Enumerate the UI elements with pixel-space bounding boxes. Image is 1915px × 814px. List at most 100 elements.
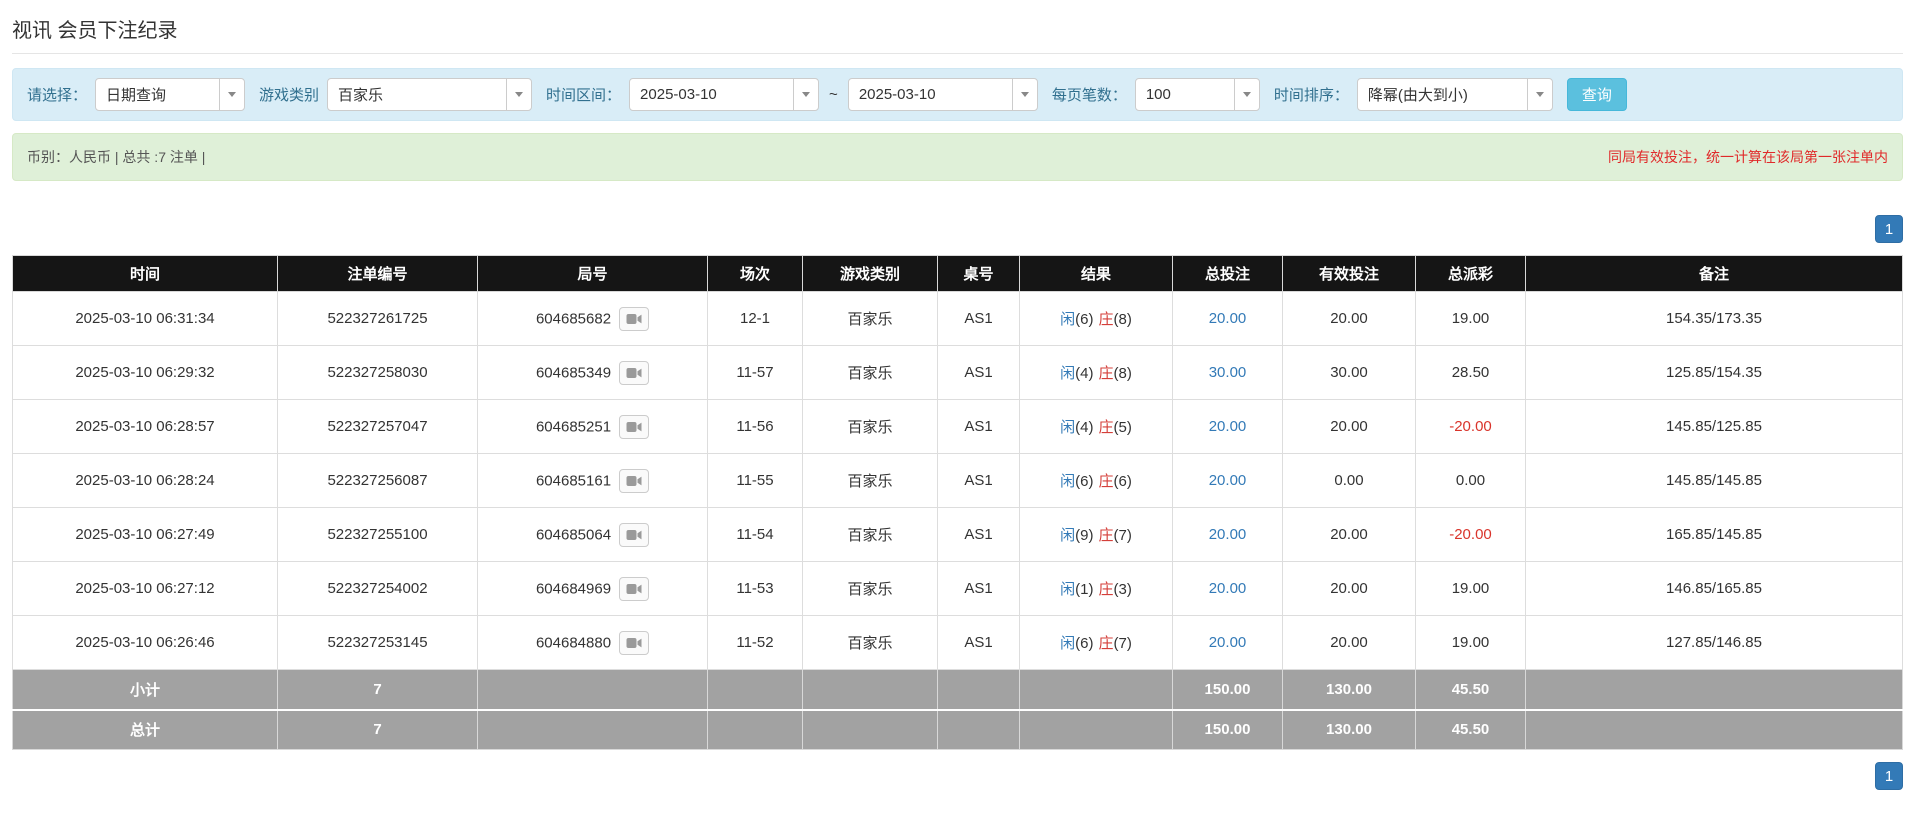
valid-bet-cell: 20.00 — [1282, 507, 1416, 562]
search-button[interactable]: 查询 — [1566, 78, 1627, 111]
player-label: 闲 — [1060, 311, 1076, 328]
payout-cell: 28.50 — [1415, 345, 1526, 400]
pagination-bottom-page-1[interactable]: 1 — [1875, 762, 1903, 790]
select-label: 请选择： — [27, 87, 88, 104]
banker-score: (8) — [1113, 365, 1132, 382]
subtotal-empty-session — [707, 669, 803, 710]
total-row: 总计 7 150.00 130.00 45.50 — [12, 708, 1903, 750]
banker-label: 庄 — [1098, 365, 1114, 382]
table-row: 2025-03-10 06:26:46 522327253145 6046848… — [12, 615, 1903, 670]
total-bet-link[interactable]: 20.00 — [1209, 580, 1247, 597]
game-type-value: 百家乐 — [338, 87, 384, 104]
chevron-down-icon — [793, 79, 819, 110]
player-score: (4) — [1075, 419, 1094, 436]
video-replay-button[interactable] — [619, 522, 650, 547]
video-replay-button[interactable] — [619, 414, 650, 439]
valid-bet-cell: 20.00 — [1282, 291, 1416, 346]
chevron-down-icon — [219, 79, 245, 110]
banker-label: 庄 — [1098, 581, 1114, 598]
note-cell: 145.85/125.85 — [1525, 399, 1903, 454]
total-bet-link[interactable]: 20.00 — [1209, 472, 1247, 489]
page-title: 视讯 会员下注纪录 — [12, 20, 178, 42]
game-type-dropdown[interactable]: 百家乐 — [327, 78, 533, 111]
valid-bet-cell: 30.00 — [1282, 345, 1416, 400]
valid-bet-cell: 20.00 — [1282, 399, 1416, 454]
subtotal-row: 小计 7 150.00 130.00 45.50 — [12, 669, 1903, 710]
col-header-total-bet: 总投注 — [1172, 255, 1283, 292]
total-label: 总计 — [12, 708, 278, 750]
payout-cell: 0.00 — [1415, 453, 1526, 508]
video-replay-button[interactable] — [619, 630, 650, 655]
chevron-down-icon — [506, 79, 532, 110]
video-replay-button[interactable] — [619, 468, 650, 493]
payout-cell: 19.00 — [1415, 561, 1526, 616]
total-bet-link[interactable]: 30.00 — [1209, 364, 1247, 381]
date-from-dropdown[interactable]: 2025-03-10 — [629, 78, 820, 111]
bet-id-cell: 522327257047 — [277, 399, 478, 454]
player-label: 闲 — [1060, 473, 1076, 490]
bet-id-cell: 522327253145 — [277, 615, 478, 670]
game-type-cell: 百家乐 — [802, 399, 938, 454]
valid-bet-cell: 20.00 — [1282, 561, 1416, 616]
query-type-dropdown[interactable]: 日期查询 — [95, 78, 246, 111]
banker-score: (7) — [1113, 527, 1132, 544]
game-type-cell: 百家乐 — [802, 345, 938, 400]
table-no-cell: AS1 — [937, 453, 1020, 508]
chevron-down-icon — [1233, 79, 1259, 110]
video-replay-button[interactable] — [619, 576, 650, 601]
page-size-value: 100 — [1145, 86, 1171, 103]
banker-label: 庄 — [1098, 473, 1114, 490]
banker-label: 庄 — [1098, 527, 1114, 544]
player-label: 闲 — [1060, 419, 1076, 436]
video-replay-button[interactable] — [619, 306, 650, 331]
records-table: 时间 注单编号 局号 场次 游戏类别 桌号 结果 总投注 有效投注 总派彩 备注… — [12, 255, 1903, 750]
date-to-dropdown[interactable]: 2025-03-10 — [847, 78, 1038, 111]
player-result: 闲(6) — [1060, 473, 1093, 490]
player-result: 闲(6) — [1060, 311, 1093, 328]
round-id: 604685161 — [535, 472, 612, 489]
date-from-value: 2025-03-10 — [640, 86, 717, 103]
total-count: 7 — [277, 708, 478, 750]
total-bet-link[interactable]: 20.00 — [1209, 310, 1247, 327]
col-header-time: 时间 — [12, 255, 278, 292]
game-type-cell: 百家乐 — [802, 561, 938, 616]
total-bet-link[interactable]: 20.00 — [1209, 418, 1247, 435]
table-row: 2025-03-10 06:29:32 522327258030 6046853… — [12, 345, 1903, 400]
payout-cell: 19.00 — [1415, 615, 1526, 670]
total-bet-cell: 30.00 — [1172, 345, 1283, 400]
time-cell: 2025-03-10 06:31:34 — [12, 291, 278, 346]
banker-result: 庄(6) — [1099, 473, 1132, 490]
table-no-cell: AS1 — [937, 615, 1020, 670]
table-no-cell: AS1 — [937, 507, 1020, 562]
round-id: 604685349 — [535, 364, 612, 381]
table-row: 2025-03-10 06:27:49 522327255100 6046850… — [12, 507, 1903, 562]
round-cell: 604684880 — [477, 615, 708, 670]
video-replay-button[interactable] — [619, 360, 650, 385]
round-cell: 604685064 — [477, 507, 708, 562]
result-cell: 闲(6) 庄(6) — [1019, 453, 1173, 508]
col-header-table-no: 桌号 — [937, 255, 1020, 292]
page-size-dropdown[interactable]: 100 — [1134, 78, 1260, 111]
result-cell: 闲(6) 庄(7) — [1019, 615, 1173, 670]
table-no-cell: AS1 — [937, 561, 1020, 616]
video-camera-icon — [626, 475, 642, 486]
col-header-session: 场次 — [707, 255, 803, 292]
total-bet-cell: 20.00 — [1172, 561, 1283, 616]
bet-id-cell: 522327256087 — [277, 453, 478, 508]
banker-score: (6) — [1113, 473, 1132, 490]
table-row: 2025-03-10 06:28:24 522327256087 6046851… — [12, 453, 1903, 508]
sort-order-dropdown[interactable]: 降幂(由大到小) — [1356, 78, 1553, 111]
player-label: 闲 — [1060, 527, 1076, 544]
total-empty-note — [1525, 708, 1903, 750]
banker-score: (3) — [1113, 581, 1132, 598]
total-bet-link[interactable]: 20.00 — [1209, 526, 1247, 543]
pagination-top-page-1[interactable]: 1 — [1875, 215, 1903, 243]
result-cell: 闲(4) 庄(8) — [1019, 345, 1173, 400]
round-cell: 604685251 — [477, 399, 708, 454]
total-bet-cell: 20.00 — [1172, 453, 1283, 508]
banker-result: 庄(8) — [1099, 365, 1132, 382]
subtotal-valid-bet: 130.00 — [1282, 669, 1416, 710]
table-row: 2025-03-10 06:27:12 522327254002 6046849… — [12, 561, 1903, 616]
total-empty-game — [802, 708, 938, 750]
total-bet-link[interactable]: 20.00 — [1209, 634, 1247, 651]
